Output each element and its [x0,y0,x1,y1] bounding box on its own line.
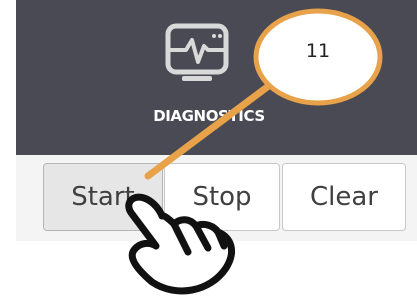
hand-pointer-icon [125,193,236,295]
callout-number: 11 [305,40,331,62]
